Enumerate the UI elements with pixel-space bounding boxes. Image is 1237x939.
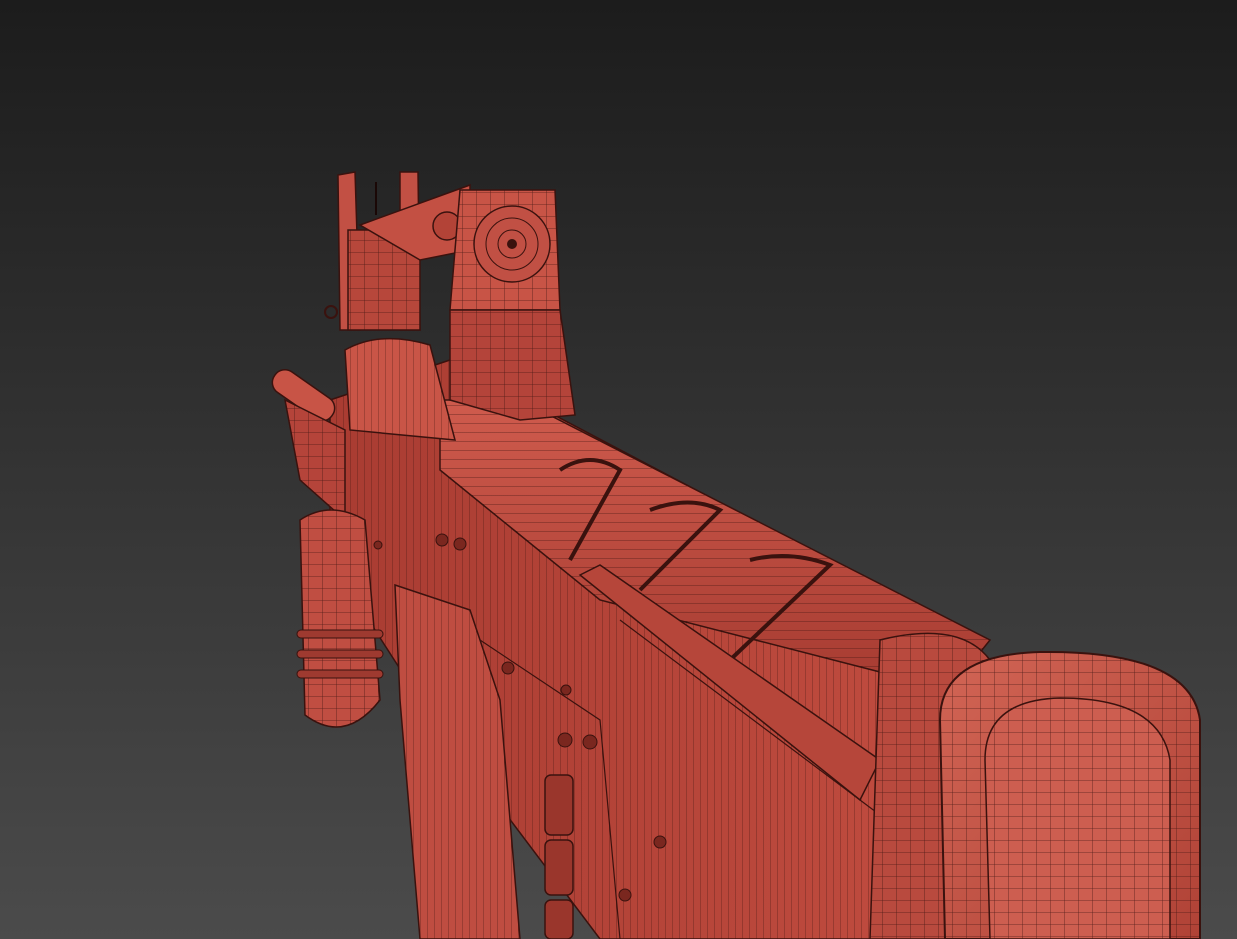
3d-viewport[interactable]	[0, 0, 1237, 939]
viewport-canvas	[0, 0, 1237, 939]
butt-stock	[869, 632, 1201, 939]
side-vents	[544, 774, 574, 939]
rear-sight-block	[449, 189, 576, 421]
